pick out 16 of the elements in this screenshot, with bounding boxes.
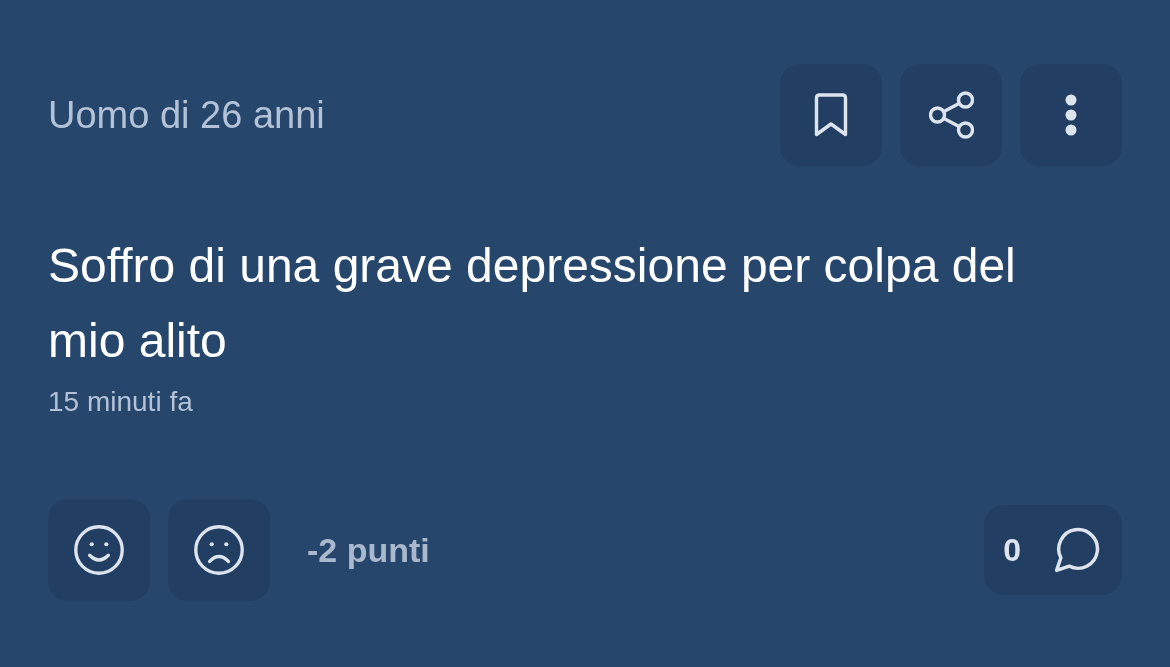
dislike-button[interactable] <box>168 499 270 601</box>
comments-button[interactable]: 0 <box>984 505 1122 595</box>
share-icon <box>928 91 974 139</box>
share-button[interactable] <box>900 64 1002 166</box>
frown-icon <box>194 525 244 575</box>
smiley-icon <box>74 525 124 575</box>
like-button[interactable] <box>48 499 150 601</box>
post-title: Soffro di una grave depressione per colpa del mio alito <box>48 238 1017 369</box>
score-label: -2 punti <box>307 530 430 570</box>
bookmark-icon <box>813 93 849 137</box>
author-label: Uomo di 26 anni <box>48 93 325 137</box>
speech-bubble-icon <box>1054 527 1100 573</box>
more-button[interactable] <box>1020 64 1122 166</box>
bookmark-button[interactable] <box>780 64 882 166</box>
more-icon <box>1065 94 1077 136</box>
post-time: 15 minuti fa <box>48 386 193 418</box>
